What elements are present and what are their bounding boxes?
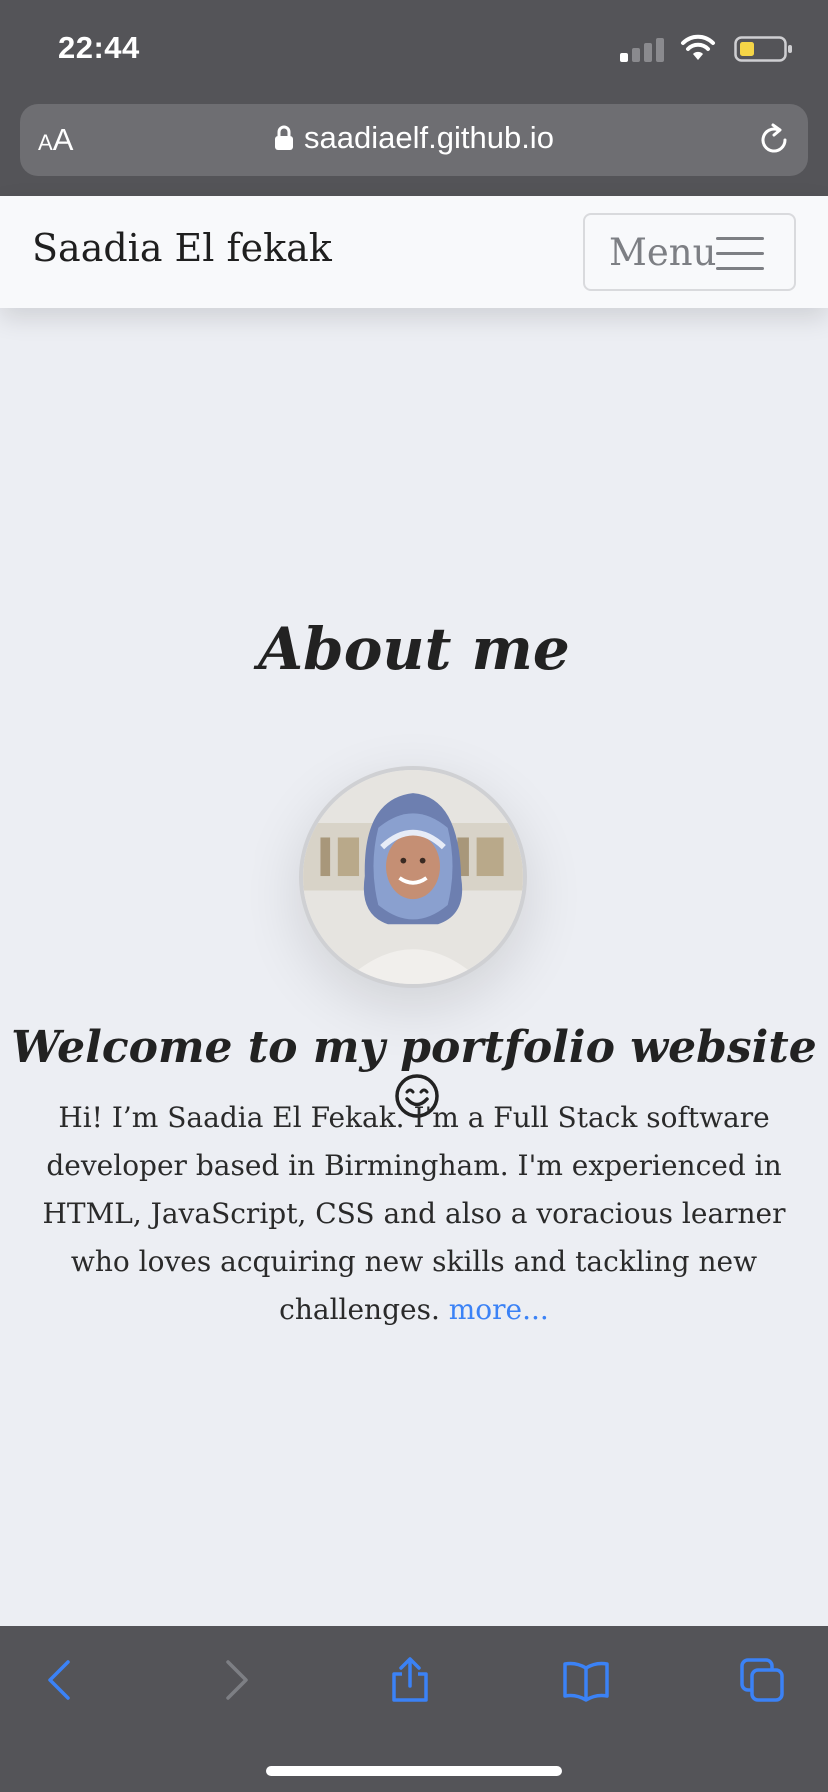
profile-photo-illustration xyxy=(303,770,523,984)
status-icons xyxy=(614,34,794,64)
tabs-icon[interactable] xyxy=(738,1656,786,1704)
address-bar[interactable]: AA saadiaelf.github.io xyxy=(20,104,808,176)
about-title: About me xyxy=(258,615,570,683)
menu-button[interactable]: Menu xyxy=(583,213,796,291)
share-icon[interactable] xyxy=(386,1656,434,1704)
hamburger-icon xyxy=(716,237,764,271)
profile-photo xyxy=(299,766,527,988)
site-brand[interactable]: Saadia El fekak xyxy=(32,226,332,270)
wifi-icon xyxy=(681,34,715,60)
home-indicator[interactable] xyxy=(266,1766,562,1776)
bookmarks-icon[interactable] xyxy=(562,1656,610,1704)
status-time: 22:44 xyxy=(58,30,140,65)
browser-top-chrome: 22:44 AA saadiaelf.github.io xyxy=(0,0,828,196)
lock-icon xyxy=(275,125,294,150)
menu-label: Menu xyxy=(609,231,717,274)
url-text: saadiaelf.github.io xyxy=(304,120,554,155)
site-navbar: Saadia El fekak Menu xyxy=(0,196,828,308)
back-icon[interactable] xyxy=(36,1656,84,1704)
reload-icon[interactable] xyxy=(756,122,792,158)
more-link[interactable]: more... xyxy=(449,1293,549,1326)
forward-icon[interactable] xyxy=(212,1656,260,1704)
cellular-signal-icon xyxy=(620,38,664,62)
url-display[interactable]: saadiaelf.github.io xyxy=(20,120,808,156)
battery-icon xyxy=(734,36,792,62)
intro-paragraph: Hi! I’m Saadia El Fekak. I'm a Full Stac… xyxy=(42,1101,786,1326)
